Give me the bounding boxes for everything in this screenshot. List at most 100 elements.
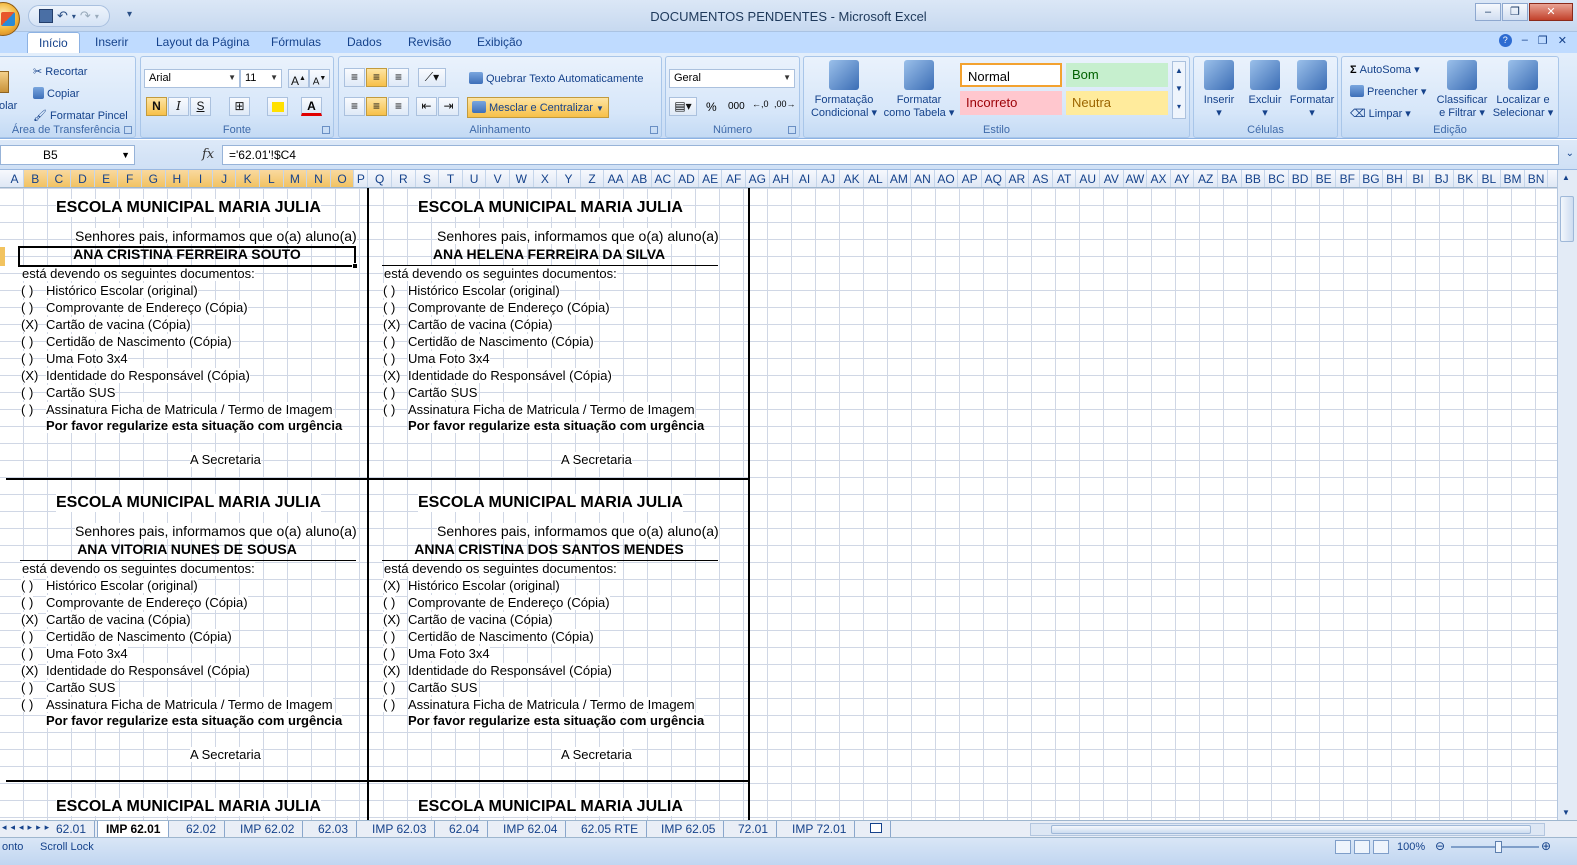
sheet-tab[interactable]: 62.01 [48, 821, 96, 837]
page-break-view-icon[interactable] [1373, 840, 1389, 854]
column-header-n[interactable]: N [307, 170, 331, 187]
help-icon[interactable]: ? [1498, 34, 1512, 47]
column-header-p[interactable]: P [354, 170, 369, 187]
minimize-button[interactable]: – [1475, 3, 1501, 21]
tab-exibicao[interactable]: Exibição [477, 35, 522, 49]
column-header-aj[interactable]: AJ [817, 170, 841, 187]
doc-close-icon[interactable]: ✕ [1558, 34, 1567, 47]
dialog-launcher-icon[interactable] [322, 126, 330, 134]
currency-icon[interactable]: ▤▾ [669, 97, 697, 116]
scroll-up-icon[interactable]: ▲ [1562, 173, 1570, 182]
font-color-button[interactable]: A [301, 97, 322, 116]
sheet-tab[interactable]: IMP 62.05 [653, 821, 725, 837]
sheet-tab[interactable]: IMP 62.01 [97, 821, 170, 837]
fill-handle[interactable] [352, 263, 358, 269]
column-header-bj[interactable]: BJ [1430, 170, 1454, 187]
thousands-button[interactable]: 000 [728, 101, 745, 112]
align-middle-icon[interactable]: ≡ [366, 68, 387, 87]
tab-layout[interactable]: Layout da Página [156, 35, 249, 49]
column-header-az[interactable]: AZ [1194, 170, 1218, 187]
column-header-m[interactable]: M [283, 170, 308, 187]
column-header-z[interactable]: Z [581, 170, 605, 187]
column-header-am[interactable]: AM [888, 170, 912, 187]
column-header-r[interactable]: R [392, 170, 416, 187]
tab-inserir[interactable]: Inserir [95, 35, 128, 49]
doc-restore-icon[interactable]: ❐ [1538, 34, 1548, 47]
format-as-table-button[interactable]: Formatar como Tabela ▾ [882, 60, 956, 120]
column-header-aw[interactable]: AW [1124, 170, 1148, 187]
column-header-g[interactable]: G [142, 170, 166, 187]
vertical-scroll-thumb[interactable] [1560, 196, 1574, 242]
increase-decimal-icon[interactable]: ←,0 [752, 99, 769, 109]
column-header-ak[interactable]: AK [840, 170, 864, 187]
column-header-bm[interactable]: BM [1501, 170, 1525, 187]
style-normal[interactable]: Normal [960, 63, 1062, 87]
paste-label[interactable]: olar [0, 100, 17, 112]
column-header-i[interactable]: I [189, 170, 213, 187]
sheet-tab[interactable]: 72.01 [730, 821, 778, 837]
style-incorreto[interactable]: Incorreto [960, 91, 1062, 115]
column-header-k[interactable]: K [236, 170, 260, 187]
sheet-tab[interactable]: 62.05 RTE [573, 821, 648, 837]
column-header-au[interactable]: AU [1076, 170, 1100, 187]
column-header-af[interactable]: AF [722, 170, 746, 187]
column-header-ah[interactable]: AH [770, 170, 794, 187]
format-painter-button[interactable]: 🖌 Formatar Pincel [33, 109, 128, 122]
column-header-c[interactable]: C [47, 170, 72, 187]
dialog-launcher-icon[interactable] [788, 126, 796, 134]
style-bom[interactable]: Bom [1066, 63, 1168, 87]
column-header-ap[interactable]: AP [958, 170, 982, 187]
font-name-combo[interactable]: Arial ▼ [144, 69, 240, 88]
close-button[interactable]: ✕ [1529, 3, 1573, 21]
column-header-a[interactable]: A [6, 170, 24, 187]
sheet-tab[interactable]: 62.02 [178, 821, 226, 837]
column-header-l[interactable]: L [260, 170, 284, 187]
sheet-tab[interactable]: 62.03 [310, 821, 358, 837]
align-bottom-icon[interactable]: ≡ [388, 68, 409, 87]
column-header-d[interactable]: D [71, 170, 95, 187]
column-header-ad[interactable]: AD [675, 170, 699, 187]
column-header-bn[interactable]: BN [1525, 170, 1549, 187]
shrink-font-button[interactable]: A▼ [309, 69, 330, 88]
formula-input[interactable]: ='62.01'!$C4 [222, 145, 1559, 165]
sheet-tab[interactable]: IMP 62.03 [364, 821, 436, 837]
sort-filter-button[interactable]: Classificar e Filtrar ▾ [1432, 60, 1492, 120]
sheet-tab[interactable]: IMP 62.04 [495, 821, 567, 837]
clear-button[interactable]: ⌫ Limpar ▾ [1350, 107, 1411, 120]
column-header-w[interactable]: W [510, 170, 534, 187]
column-header-bg[interactable]: BG [1360, 170, 1384, 187]
find-select-button[interactable]: Localizar e Selecionar ▾ [1490, 60, 1556, 120]
zoom-slider[interactable]: ⊖ ⊕ [1435, 839, 1553, 854]
restore-button[interactable]: ❐ [1502, 3, 1528, 21]
align-right-icon[interactable]: ≡ [388, 97, 409, 116]
delete-cells-button[interactable]: Excluir ▾ [1242, 60, 1288, 120]
page-layout-view-icon[interactable] [1354, 840, 1370, 854]
selected-cell[interactable] [18, 246, 356, 267]
zoom-out-icon[interactable]: ⊖ [1435, 839, 1445, 853]
column-header-ar[interactable]: AR [1006, 170, 1030, 187]
column-header-ao[interactable]: AO [935, 170, 959, 187]
orientation-icon[interactable]: ⟋▾ [418, 68, 446, 87]
column-header-bc[interactable]: BC [1265, 170, 1289, 187]
align-left-icon[interactable]: ≡ [344, 97, 365, 116]
paste-button[interactable] [0, 71, 9, 96]
sheet-tab[interactable]: IMP 62.02 [232, 821, 304, 837]
column-header-o[interactable]: O [330, 170, 355, 187]
format-cells-button[interactable]: Formatar ▾ [1287, 60, 1337, 120]
column-header-ax[interactable]: AX [1147, 170, 1171, 187]
column-header-bd[interactable]: BD [1289, 170, 1313, 187]
column-header-bl[interactable]: BL [1478, 170, 1502, 187]
column-header-an[interactable]: AN [911, 170, 935, 187]
column-header-ag[interactable]: AG [746, 170, 770, 187]
vertical-scrollbar[interactable]: ▲ ▼ [1557, 170, 1577, 820]
tab-formulas[interactable]: Fórmulas [271, 35, 321, 49]
column-header-as[interactable]: AS [1029, 170, 1053, 187]
tab-inicio[interactable]: Início [27, 32, 80, 53]
dialog-launcher-icon[interactable] [650, 126, 658, 134]
bold-button[interactable]: N [146, 97, 167, 116]
column-header-ae[interactable]: AE [699, 170, 723, 187]
increase-indent-icon[interactable]: ⇥ [438, 97, 459, 116]
dialog-launcher-icon[interactable] [124, 126, 132, 134]
column-header-x[interactable]: X [534, 170, 558, 187]
conditional-formatting-button[interactable]: Formatação Condicional ▾ [806, 60, 882, 120]
